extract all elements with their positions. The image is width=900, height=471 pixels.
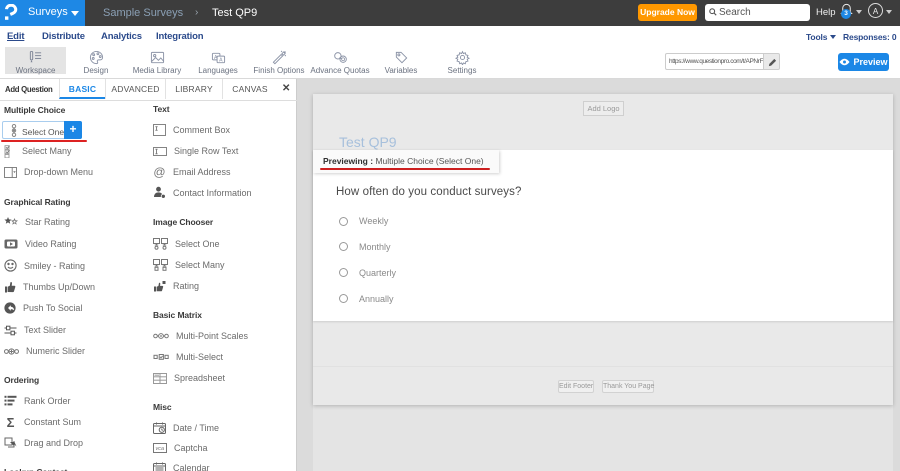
- svg-text:vca: vca: [156, 446, 165, 452]
- svg-text:A: A: [214, 55, 218, 61]
- svg-text:A: A: [219, 58, 223, 64]
